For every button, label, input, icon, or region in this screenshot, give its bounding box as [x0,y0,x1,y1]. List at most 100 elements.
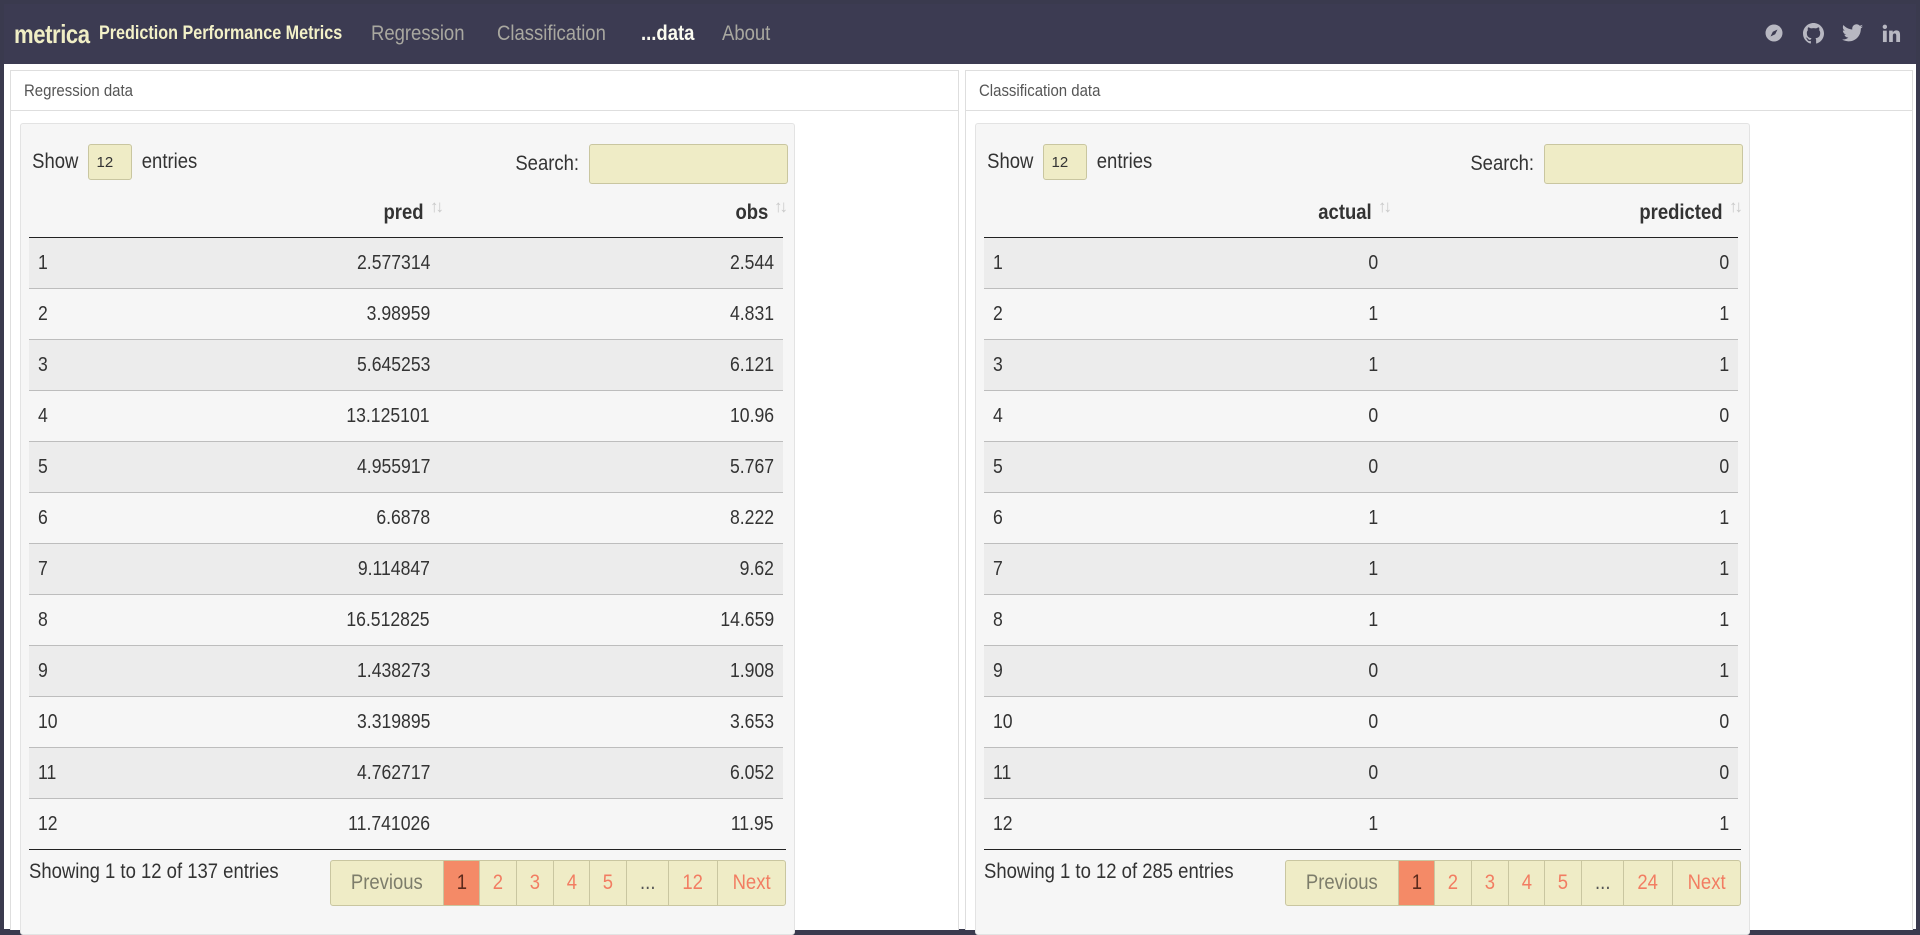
entries-select[interactable]: 12 [1042,144,1087,180]
table-row[interactable]: 100 [984,237,1738,289]
table-cell: 0 [1124,645,1387,697]
table-row[interactable]: 8 16.512825 14.659 [29,594,783,646]
table-cell: 1 [1387,543,1738,595]
entries-select[interactable]: 12 [87,144,132,180]
page-button[interactable]: 3 [515,861,553,905]
page-button-current[interactable]: 1 [1397,861,1435,905]
table-row[interactable]: 10 0 0 [984,696,1738,748]
search-label: Search: [1469,152,1534,175]
entries-length-control: Show 12 entries [984,144,1156,180]
classification-panel: Classification data Show 12 entries Sear… [965,70,1913,935]
table-cell: 0 [1124,747,1387,799]
table-row[interactable]: 211 [984,288,1738,340]
page-button[interactable]: 4 [552,861,590,905]
table-cell: 16.512825 [169,594,439,646]
page-button[interactable]: 2 [1434,861,1471,905]
column-header-obs[interactable]: obs ↑↓ [439,188,788,238]
search-input[interactable] [1544,144,1743,184]
table-row[interactable]: 2 3.98959 4.831 [29,288,783,340]
table-row[interactable]: 1 2.577314 2.544 [29,237,783,289]
table-row[interactable]: 11 0 0 [984,747,1738,799]
page-button[interactable]: 5 [1544,861,1581,905]
table-cell: 1 [1387,339,1738,391]
row-index-cell: 12 [984,798,1124,849]
row-index-cell: 9 [984,645,1124,697]
previous-button[interactable]: Previous [1286,861,1398,905]
nav-links: Regression Classification ...data About [371,22,797,46]
table-row[interactable]: 10 3.319895 3.653 [29,696,783,748]
table-row[interactable]: 6 6.6878 8.222 [29,492,783,544]
table-row[interactable]: 811 [984,594,1738,646]
nav-link-classification[interactable]: Classification [497,22,606,46]
table-cell: 1 [1124,798,1387,849]
pagination-ellipsis: ... [625,861,669,905]
page-button[interactable]: 3 [1470,861,1508,905]
nav-link-about[interactable]: About [722,22,770,46]
table-cell: 10.96 [439,390,783,442]
previous-button[interactable]: Previous [331,861,443,905]
table-cell: 1 [1124,492,1387,544]
row-index-cell: 12 [29,798,169,849]
table-row[interactable]: 9 1.438273 1.908 [29,645,783,697]
table-row[interactable]: 11 4.762717 6.052 [29,747,783,799]
page-button[interactable]: 2 [479,861,516,905]
table-cell: 0 [1124,696,1387,748]
table-row[interactable]: 12 1 1 [984,798,1738,849]
linkedin-icon[interactable] [1880,22,1902,44]
table-cell: 5.767 [439,441,783,493]
table-row[interactable]: 5 4.955917 5.767 [29,441,783,493]
row-index-cell: 10 [29,696,169,748]
table-row[interactable]: 901 [984,645,1738,697]
page-button[interactable]: 24 [1623,861,1671,905]
sort-icon: ↑↓ [774,196,788,216]
row-index-cell: 11 [984,747,1124,799]
table-cell: 0 [1124,237,1387,289]
table-row[interactable]: 400 [984,390,1738,442]
table-cell: 0 [1124,390,1387,442]
table-cell: 1 [1387,492,1738,544]
next-button[interactable]: Next [716,861,785,905]
brand-logo[interactable]: metrica [14,19,90,50]
panel-title: Regression data [11,71,958,111]
table-row[interactable]: 4 13.125101 10.96 [29,390,783,442]
next-button[interactable]: Next [1671,861,1740,905]
table-row[interactable]: 311 [984,339,1738,391]
page-button[interactable]: 12 [668,861,716,905]
table-row[interactable]: 7 9.114847 9.62 [29,543,783,595]
table-cell: 0 [1124,441,1387,493]
table-row[interactable]: 500 [984,441,1738,493]
row-index-cell: 2 [984,288,1124,340]
navbar: metrica Prediction Performance Metrics R… [4,4,1916,64]
table-row[interactable]: 3 5.645253 6.121 [29,339,783,391]
search-control: Search: [511,144,788,184]
table-cell: 1 [1387,645,1738,697]
page-button[interactable]: 5 [589,861,626,905]
app-subtitle: Prediction Performance Metrics [99,23,343,44]
compass-icon[interactable] [1763,22,1785,44]
table-cell: 4.831 [439,288,783,340]
column-header-predicted[interactable]: predicted ↑↓ [1387,188,1743,238]
column-header-actual[interactable]: actual ↑↓ [1124,188,1392,238]
table-cell: 6.121 [439,339,783,391]
search-control: Search: [1466,144,1743,184]
page-button-current[interactable]: 1 [442,861,480,905]
table-cell: 1 [1387,798,1738,849]
table-row[interactable]: 611 [984,492,1738,544]
row-index-cell: 7 [29,543,169,595]
github-icon[interactable] [1802,22,1824,44]
page-button[interactable]: 4 [1507,861,1545,905]
twitter-icon[interactable] [1841,22,1863,44]
row-index-cell: 5 [29,441,169,493]
column-header-pred[interactable]: pred ↑↓ [169,188,444,238]
nav-link-data[interactable]: ...data [641,22,694,46]
table-cell: 1 [1387,594,1738,646]
search-input[interactable] [589,144,788,184]
nav-link-regression[interactable]: Regression [371,22,464,46]
row-index-cell: 11 [29,747,169,799]
show-label: Show [32,150,79,173]
data-table: actual ↑↓ predicted ↑↓ 1002113114005006117… [984,188,1743,849]
table-cell: 11.741026 [169,798,439,849]
table-row[interactable]: 711 [984,543,1738,595]
table-cell: 9.114847 [169,543,439,595]
table-row[interactable]: 12 11.741026 11.95 [29,798,783,849]
